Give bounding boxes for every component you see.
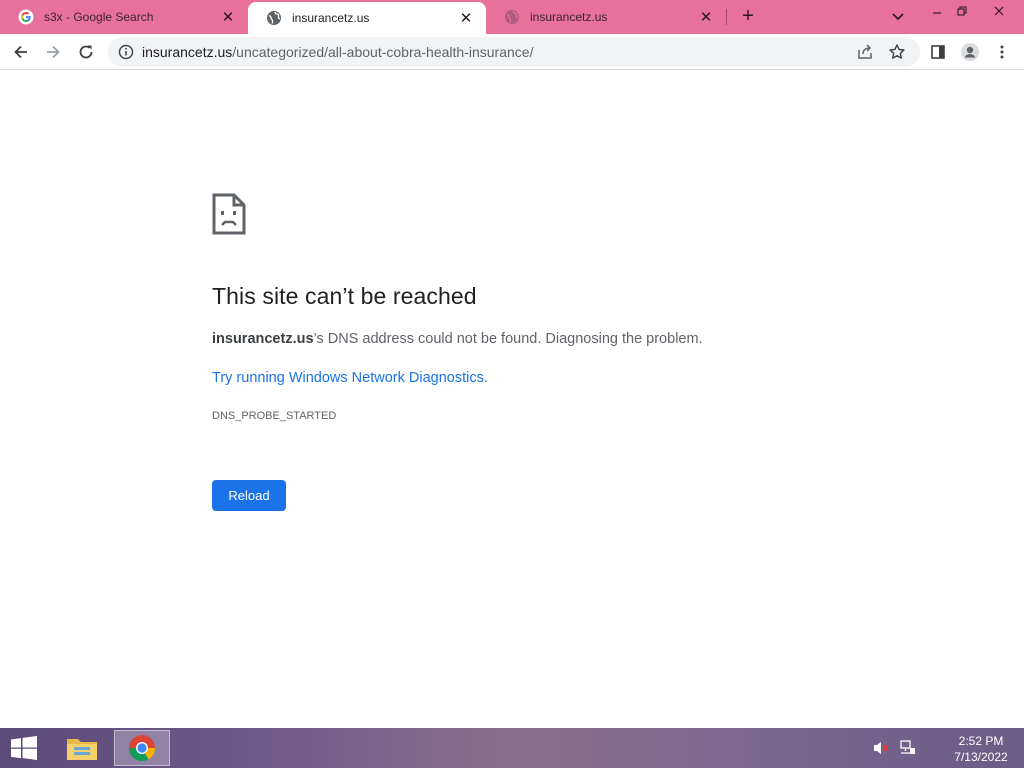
close-tab-icon[interactable]: ✕ xyxy=(458,10,474,27)
close-tab-icon[interactable]: ✕ xyxy=(698,9,714,26)
back-button[interactable] xyxy=(8,40,34,64)
tab-insurancetz-active[interactable]: insurancetz.us ✕ xyxy=(248,2,486,34)
browser-toolbar: insurancetz.us/uncategorized/all-about-c… xyxy=(0,34,1024,70)
globe-icon xyxy=(504,9,520,25)
reload-icon[interactable] xyxy=(73,40,99,64)
file-explorer-icon[interactable] xyxy=(54,730,110,766)
restore-button[interactable] xyxy=(945,0,979,22)
url-host: insurancetz.us xyxy=(142,44,233,60)
tab-separator xyxy=(726,9,727,25)
page-title: This site can’t be reached xyxy=(212,283,477,309)
url-path: /uncategorized/all-about-cobra-health-in… xyxy=(232,44,534,60)
error-host: insurancetz.us xyxy=(212,331,314,347)
network-diagnostics-link[interactable]: Try running Windows Network Diagnostics xyxy=(212,370,484,386)
new-tab-button[interactable]: + xyxy=(736,6,760,28)
tab-google-search[interactable]: s3x - Google Search ✕ xyxy=(0,0,248,34)
tab-title: insurancetz.us xyxy=(530,10,608,24)
google-icon xyxy=(18,9,34,25)
network-icon[interactable] xyxy=(898,740,916,756)
windows-taskbar: 2:52 PM 7/13/2022 xyxy=(0,728,1024,768)
menu-kebab-icon[interactable] xyxy=(989,40,1015,64)
link-suffix: . xyxy=(483,370,488,386)
bookmark-star-icon[interactable] xyxy=(886,42,908,62)
error-description-text: ’s DNS address could not be found. Diagn… xyxy=(313,331,703,347)
page-content: This site can’t be reached insurancetz.u… xyxy=(0,71,1024,728)
side-panel-icon[interactable] xyxy=(925,40,951,64)
sad-page-icon xyxy=(212,193,246,235)
share-icon[interactable] xyxy=(854,42,876,62)
profile-avatar-icon[interactable] xyxy=(957,40,983,64)
error-description: insurancetz.us’s DNS address could not b… xyxy=(212,331,703,347)
tab-insurancetz[interactable]: insurancetz.us ✕ xyxy=(486,0,726,34)
taskbar-clock[interactable]: 2:52 PM 7/13/2022 xyxy=(944,733,1018,765)
reload-button[interactable]: Reload xyxy=(212,480,286,511)
close-window-button[interactable] xyxy=(982,0,1016,22)
tab-strip: s3x - Google Search ✕ insurancetz.us ✕ i… xyxy=(0,0,1024,34)
speaker-muted-icon[interactable] xyxy=(872,740,890,756)
network-diagnostics-row: Try running Windows Network Diagnostics. xyxy=(212,370,488,386)
info-icon[interactable] xyxy=(118,44,134,60)
tab-search-chevron-icon[interactable] xyxy=(888,8,908,26)
clock-time: 2:52 PM xyxy=(958,734,1004,748)
tab-title: insurancetz.us xyxy=(292,11,370,25)
windows-start-icon[interactable] xyxy=(6,734,42,762)
forward-button[interactable] xyxy=(40,40,66,64)
globe-icon xyxy=(266,10,282,26)
tab-title: s3x - Google Search xyxy=(44,10,154,24)
chrome-taskbar-icon[interactable] xyxy=(114,730,170,766)
clock-date: 7/13/2022 xyxy=(954,750,1008,764)
address-bar[interactable]: insurancetz.us/uncategorized/all-about-c… xyxy=(108,37,920,67)
error-code: DNS_PROBE_STARTED xyxy=(212,410,337,422)
close-tab-icon[interactable]: ✕ xyxy=(220,9,236,26)
